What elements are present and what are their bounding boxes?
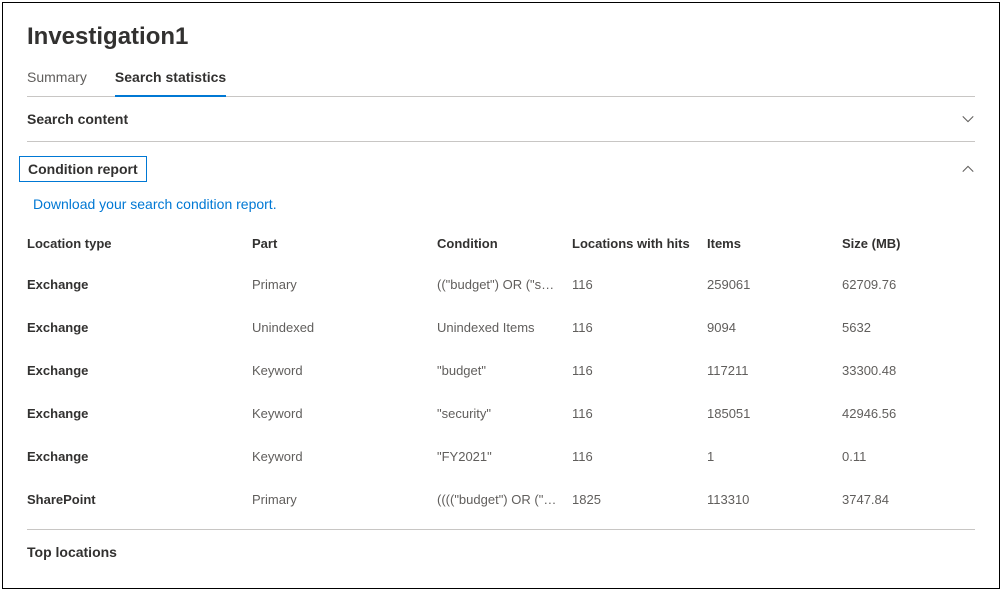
cell-condition: "security": [437, 406, 572, 421]
table-header: Location type Part Condition Locations w…: [27, 228, 975, 263]
section-header-condition-report[interactable]: Condition report: [27, 142, 975, 196]
condition-report-table: Location type Part Condition Locations w…: [27, 228, 975, 521]
col-header-condition: Condition: [437, 236, 572, 251]
cell-size: 33300.48: [842, 363, 972, 378]
table-row: Exchange Primary (("budget") OR ("sec… 1…: [27, 263, 975, 306]
col-header-size: Size (MB): [842, 236, 972, 251]
section-search-content: Search content: [27, 97, 975, 142]
cell-items: 113310: [707, 492, 842, 507]
cell-size: 3747.84: [842, 492, 972, 507]
cell-items: 259061: [707, 277, 842, 292]
table-row: Exchange Unindexed Unindexed Items 116 9…: [27, 306, 975, 349]
section-title-top-locations[interactable]: Top locations: [27, 530, 975, 574]
cell-size: 0.11: [842, 449, 972, 464]
cell-items: 117211: [707, 363, 842, 378]
section-title-condition-report: Condition report: [19, 156, 147, 182]
tab-bar: Summary Search statistics: [27, 69, 975, 97]
cell-items: 9094: [707, 320, 842, 335]
cell-locations-with-hits: 116: [572, 320, 707, 335]
table-row: Exchange Keyword "budget" 116 117211 333…: [27, 349, 975, 392]
cell-part: Primary: [252, 492, 437, 507]
cell-locations-with-hits: 116: [572, 277, 707, 292]
section-header-search-content[interactable]: Search content: [27, 97, 975, 141]
condition-report-body: Download your search condition report. L…: [27, 196, 975, 529]
tab-search-statistics[interactable]: Search statistics: [115, 69, 226, 97]
page-title: Investigation1: [27, 23, 975, 51]
chevron-up-icon: [961, 162, 975, 176]
cell-location-type: Exchange: [27, 363, 252, 378]
cell-locations-with-hits: 116: [572, 406, 707, 421]
table-row: Exchange Keyword "FY2021" 116 1 0.11: [27, 435, 975, 478]
section-title-search-content: Search content: [27, 111, 128, 127]
col-header-locations-with-hits: Locations with hits: [572, 236, 707, 251]
cell-part: Keyword: [252, 363, 437, 378]
chevron-down-icon: [961, 112, 975, 126]
cell-locations-with-hits: 116: [572, 363, 707, 378]
cell-location-type: Exchange: [27, 449, 252, 464]
cell-size: 62709.76: [842, 277, 972, 292]
col-header-items: Items: [707, 236, 842, 251]
cell-size: 5632: [842, 320, 972, 335]
col-header-part: Part: [252, 236, 437, 251]
cell-condition: (("budget") OR ("sec…: [437, 277, 572, 292]
cell-location-type: Exchange: [27, 277, 252, 292]
table-row: SharePoint Primary (((("budget") OR ("se…: [27, 478, 975, 521]
cell-condition: "FY2021": [437, 449, 572, 464]
cell-items: 185051: [707, 406, 842, 421]
cell-location-type: Exchange: [27, 320, 252, 335]
download-link[interactable]: Download your search condition report.: [33, 196, 277, 212]
cell-size: 42946.56: [842, 406, 972, 421]
section-condition-report: Condition report Download your search co…: [27, 142, 975, 530]
cell-condition: "budget": [437, 363, 572, 378]
cell-locations-with-hits: 1825: [572, 492, 707, 507]
cell-locations-with-hits: 116: [572, 449, 707, 464]
cell-location-type: SharePoint: [27, 492, 252, 507]
cell-part: Keyword: [252, 406, 437, 421]
cell-items: 1: [707, 449, 842, 464]
cell-part: Keyword: [252, 449, 437, 464]
cell-part: Primary: [252, 277, 437, 292]
col-header-location-type: Location type: [27, 236, 252, 251]
cell-condition: (((("budget") OR ("se…: [437, 492, 572, 507]
cell-part: Unindexed: [252, 320, 437, 335]
cell-condition: Unindexed Items: [437, 320, 572, 335]
tab-summary[interactable]: Summary: [27, 69, 87, 96]
table-row: Exchange Keyword "security" 116 185051 4…: [27, 392, 975, 435]
cell-location-type: Exchange: [27, 406, 252, 421]
